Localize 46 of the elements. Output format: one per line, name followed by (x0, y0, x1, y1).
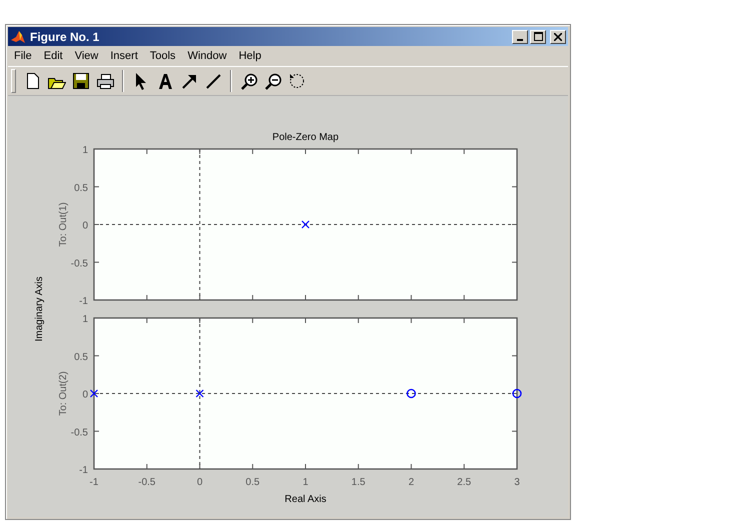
close-icon (554, 32, 562, 40)
zero-marker (512, 388, 522, 398)
subplot-y-label: To: Out(2) (58, 371, 69, 416)
y-axis-label: Imaginary Axis (34, 276, 45, 342)
x-tick-label: -1 (90, 477, 98, 488)
y-tick-label: -0.5 (70, 258, 88, 270)
maximize-icon (534, 32, 542, 41)
close-button[interactable] (550, 30, 566, 44)
x-tick-label: 0 (196, 477, 203, 488)
x-tick-label: 1 (302, 477, 308, 488)
toolbar-grip[interactable] (11, 69, 16, 93)
menu-item[interactable]: Edit (38, 50, 69, 62)
pole-marker (90, 389, 98, 398)
x-axis-label: Real Axis (284, 494, 326, 505)
menu-item[interactable]: Insert (104, 50, 144, 62)
menu-item[interactable]: Tools (144, 50, 182, 62)
app-logo-icon (10, 28, 26, 44)
x-tick-label: 3 (514, 477, 520, 488)
plot-title: Pole-Zero Map (272, 132, 339, 143)
menu-item[interactable]: Help (232, 50, 268, 62)
y-tick-label: -1 (79, 296, 88, 307)
pole-marker (301, 220, 310, 229)
y-tick-label: -0.5 (70, 427, 88, 438)
save-disk-icon[interactable] (70, 70, 92, 92)
y-tick-label: -1 (79, 465, 88, 476)
y-tick-label: 1 (82, 314, 88, 325)
y-tick-label: 0.5 (74, 352, 88, 363)
pole-marker (196, 389, 204, 398)
zero-marker (406, 388, 416, 398)
maximize-button[interactable] (530, 30, 546, 44)
menu-item[interactable]: Window (182, 50, 233, 62)
x-tick-label: -0.5 (138, 477, 156, 488)
window-title: Figure No. 1 (30, 30, 100, 44)
y-tick-label: 1 (82, 145, 88, 156)
x-tick-label: 2.5 (457, 477, 472, 488)
subplot-y-label: To: Out(1) (58, 202, 69, 247)
y-tick-label: 0.5 (74, 182, 88, 194)
x-tick-label: 2 (408, 477, 414, 488)
x-tick-label: 1.5 (351, 477, 366, 488)
y-tick-label: 0 (82, 220, 88, 232)
minimize-button[interactable] (512, 30, 528, 44)
x-tick-label: 0.5 (246, 477, 260, 488)
minimize-icon (517, 38, 523, 40)
menu-item[interactable]: File (8, 50, 38, 62)
menu-item[interactable]: View (68, 50, 104, 62)
y-tick-label: 0 (82, 390, 88, 400)
